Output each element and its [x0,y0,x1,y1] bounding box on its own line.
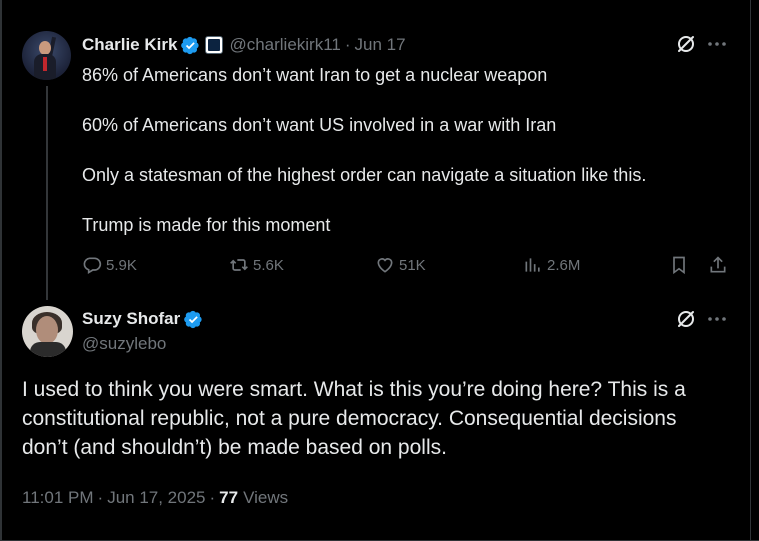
reply-time[interactable]: 11:01 PM [22,488,94,508]
tweet-paragraph: Only a statesman of the highest order ca… [82,165,647,185]
reply-text: I used to think you were smart. What is … [22,378,686,459]
thread-connector-line [46,86,48,300]
more-icon[interactable] [706,309,728,329]
tweet-paragraph: 86% of Americans don’t want Iran to get … [82,65,548,85]
reply-views-label: Views [243,488,289,507]
meta-separator: · [209,488,216,507]
repost-icon [230,259,248,271]
grok-icon[interactable] [676,34,696,54]
frame-border-right [750,0,751,541]
verified-badge-icon[interactable] [181,36,200,55]
parent-author-avatar[interactable] [22,31,71,80]
views-button[interactable]: 2.6M [523,254,580,276]
like-button[interactable]: 51K [375,254,426,276]
reply-button[interactable]: 5.9K [82,254,137,276]
share-button[interactable] [708,254,732,276]
reply-date[interactable]: Jun 17, 2025 [107,488,205,508]
reply-tweet-text: I used to think you were smart. What is … [22,375,727,462]
views-icon [525,258,540,272]
reply-tweet-top-actions [676,309,728,329]
affiliate-badge-icon[interactable] [205,36,224,54]
bookmark-button[interactable] [669,254,693,276]
header-separator: · [344,35,351,54]
reply-author-avatar[interactable] [22,306,73,357]
frame-border-left [0,0,2,541]
reply-tweet-header: Suzy Shofar [82,308,203,330]
grok-icon[interactable] [676,309,696,329]
reply-count: 5.9K [106,256,137,274]
more-icon[interactable] [706,34,728,54]
repost-count: 5.6K [253,256,284,274]
share-icon [710,256,726,273]
reply-author-name[interactable]: Suzy Shofar [82,309,180,329]
parent-tweet-action-bar: 5.9K 5.6K 51K 2.6M [82,254,732,276]
repost-button[interactable]: 5.6K [229,254,284,276]
parent-author-name[interactable]: Charlie Kirk [82,35,177,55]
parent-tweet-date[interactable]: Jun 17 [355,35,406,55]
parent-tweet-header: Charlie Kirk @charliekirk11 · Jun 17 [82,34,406,56]
bookmark-icon [673,256,685,275]
meta-separator: · [97,488,104,507]
tweet-paragraph: Trump is made for this moment [82,215,331,235]
reply-icon [83,257,102,274]
views-count: 2.6M [547,256,581,274]
reply-author-handle[interactable]: @suzylebo [82,334,166,354]
tweet-paragraph: 60% of Americans don’t want US involved … [82,115,557,135]
like-icon [377,258,393,273]
like-count: 51K [399,256,426,274]
parent-author-handle[interactable]: @charliekirk11 [229,35,340,55]
reply-views-count[interactable]: 77 [219,488,238,508]
parent-tweet-top-actions [676,34,728,54]
verified-badge-icon[interactable] [184,310,203,329]
reply-tweet-meta: 11:01 PM · Jun 17, 2025 · 77 Views [22,487,288,509]
tweet-thread-frame: Charlie Kirk @charliekirk11 · Jun 17 86%… [0,0,759,541]
